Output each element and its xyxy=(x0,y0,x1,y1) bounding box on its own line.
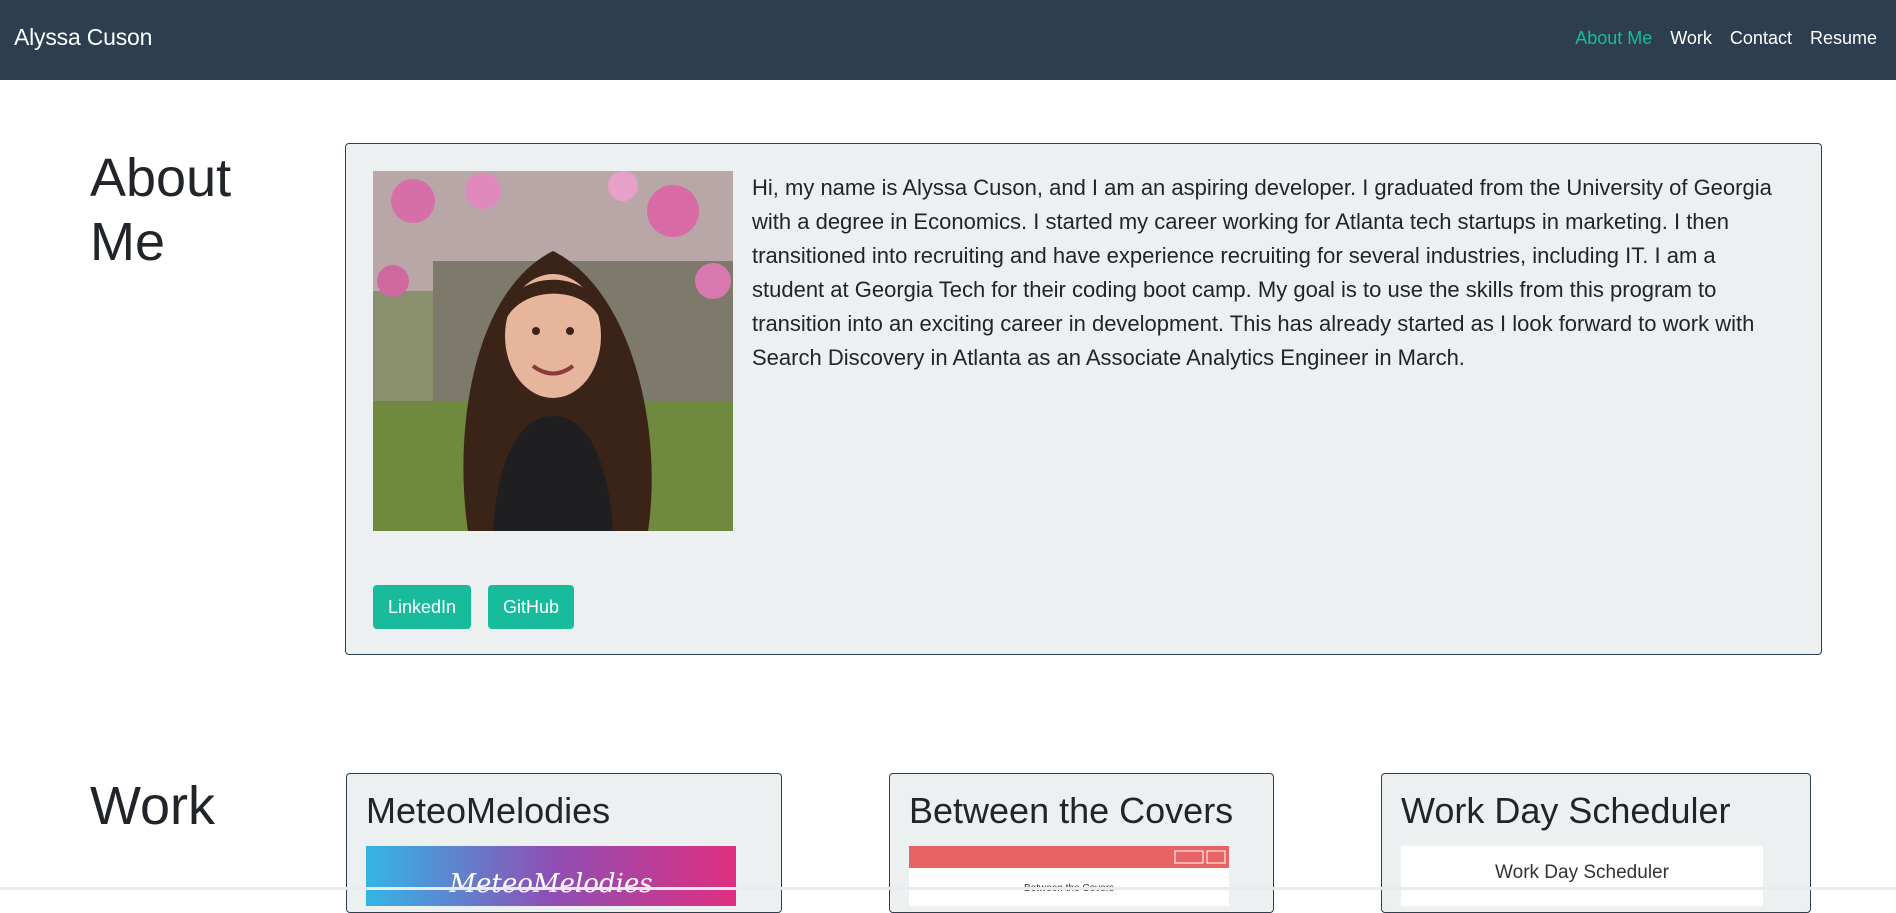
project-card-meteomelodies[interactable]: MeteoMelodies MeteoMelodies xyxy=(346,773,782,913)
thumb-label: MeteoMelodies xyxy=(448,869,652,899)
project-thumbnail[interactable]: Work Day Scheduler xyxy=(1401,846,1763,911)
project-thumbnail[interactable]: MeteoMelodies xyxy=(366,846,736,911)
nav-work[interactable]: Work xyxy=(1661,28,1721,49)
project-card-between-the-covers[interactable]: Between the Covers Between the Covers xyxy=(889,773,1274,913)
brand-link[interactable]: Alyssa Cuson xyxy=(14,24,152,51)
navbar: Alyssa Cuson About Me Work Contact Resum… xyxy=(0,0,1896,80)
github-button[interactable]: GitHub xyxy=(488,585,575,629)
nav-resume[interactable]: Resume xyxy=(1801,28,1886,49)
linkedin-button[interactable]: LinkedIn xyxy=(373,585,472,629)
bio-text: Hi, my name is Alyssa Cuson, and I am an… xyxy=(752,175,1772,370)
profile-photo xyxy=(373,171,733,531)
project-title: MeteoMelodies xyxy=(366,790,611,831)
nav-contact[interactable]: Contact xyxy=(1721,28,1801,49)
project-card-work-day-scheduler[interactable]: Work Day Scheduler Work Day Scheduler xyxy=(1381,773,1811,913)
project-title: Between the Covers xyxy=(909,790,1234,831)
nav-about-me[interactable]: About Me xyxy=(1566,28,1661,49)
nav-links: About Me Work Contact Resume xyxy=(1566,28,1886,49)
work-section-title: Work xyxy=(90,776,216,836)
project-thumbnail[interactable]: Between the Covers xyxy=(909,846,1229,911)
project-title: Work Day Scheduler xyxy=(1401,790,1731,831)
thumb-label: Work Day Scheduler xyxy=(1495,862,1670,883)
about-card: Hi, my name is Alyssa Cuson, and I am an… xyxy=(345,143,1822,655)
about-section-title: About Me xyxy=(90,148,232,272)
